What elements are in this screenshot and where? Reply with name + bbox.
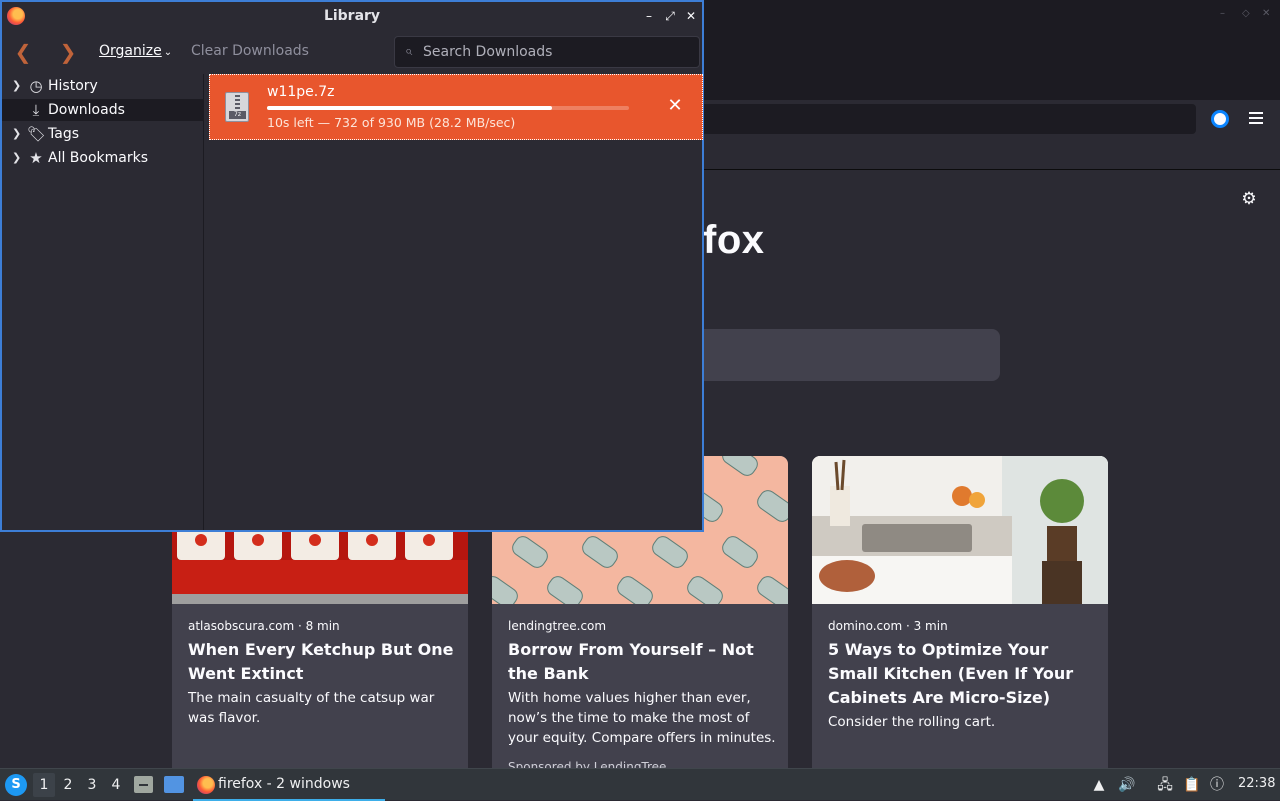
gear-icon[interactable]: ⚙	[1240, 190, 1258, 208]
taskbar-task-firefox[interactable]: firefox - 2 windows	[193, 771, 385, 801]
download-item[interactable]: 7z w11pe.7z 10s left — 732 of 930 MB (28…	[209, 74, 703, 140]
story-source: domino.com · 3 min	[828, 619, 948, 633]
hamburger-menu-icon[interactable]	[1249, 112, 1263, 124]
library-window: Library – ⤢ ✕ ❮ ❯ Organize ⌄ Clear Downlo…	[0, 0, 704, 532]
sidebar-item-label: History	[48, 78, 98, 94]
download-status: 10s left — 732 of 930 MB (28.2 MB/sec)	[267, 115, 516, 130]
show-desktop-icon[interactable]	[164, 776, 184, 793]
start-menu-button[interactable]: S	[5, 774, 27, 796]
clock-icon: ◷	[29, 77, 43, 95]
sidebar-item-tags[interactable]: ❯ 🏷 Tags	[2, 123, 204, 145]
story-source: lendingtree.com	[508, 619, 607, 633]
updates-icon[interactable]: ⓘ	[1208, 776, 1226, 794]
organize-menu-button[interactable]: Organize ⌄	[99, 43, 172, 59]
task-label: firefox - 2 windows	[218, 776, 350, 792]
workspace-4-button[interactable]: 4	[105, 773, 127, 797]
chevron-right-icon[interactable]: ❯	[12, 79, 22, 93]
window-title: Library	[323, 8, 381, 24]
minimize-icon[interactable]: –	[1220, 9, 1230, 19]
workspace-3-button[interactable]: 3	[81, 773, 103, 797]
story-excerpt: With home values higher than ever, now’s…	[508, 690, 776, 746]
url-bar[interactable]	[700, 104, 1196, 134]
downloads-list: 7z w11pe.7z 10s left — 732 of 930 MB (28…	[205, 74, 703, 530]
library-toolbar: ❮ ❯ Organize ⌄ Clear Downloads ⌕	[2, 30, 702, 74]
story-image-kitchen	[812, 456, 1108, 604]
close-icon[interactable]: ✕	[1262, 9, 1272, 19]
firefox-logo-icon	[7, 7, 25, 25]
cancel-download-icon[interactable]: ✕	[664, 95, 686, 117]
download-icon: ⤓	[32, 101, 40, 119]
back-arrow-icon[interactable]: ❮	[12, 40, 34, 64]
chevron-right-icon[interactable]: ❯	[12, 127, 22, 141]
download-progress-fill	[267, 106, 552, 110]
taskbar: S 1 2 3 4 firefox - 2 windows ▲ 🔊 🖧 📋 ⓘ …	[0, 768, 1280, 801]
star-icon: ★	[29, 149, 43, 167]
close-icon[interactable]: ✕	[684, 9, 698, 23]
story-title[interactable]: Borrow From Yourself – Not the Bank	[508, 638, 778, 686]
sidebar-item-label: Downloads	[48, 102, 125, 118]
file-manager-icon[interactable]	[134, 776, 153, 793]
story-source: atlasobscura.com · 8 min	[188, 619, 340, 633]
network-icon[interactable]: 🖧	[1156, 776, 1174, 794]
archive-file-icon: 7z	[225, 92, 249, 122]
story-excerpt: The main casualty of the catsup war was …	[188, 690, 435, 726]
minimize-icon[interactable]: –	[642, 9, 656, 23]
download-filename: w11pe.7z	[267, 84, 335, 100]
maximize-icon[interactable]: ◇	[1242, 9, 1252, 19]
maximize-icon[interactable]: ⤢	[663, 9, 677, 23]
workspace-1-button[interactable]: 1	[33, 773, 55, 797]
workspace-2-button[interactable]: 2	[57, 773, 79, 797]
library-titlebar[interactable]: Library – ⤢ ✕	[2, 2, 702, 30]
sidebar-item-label: All Bookmarks	[48, 150, 149, 166]
tags-icon: 🏷	[27, 125, 47, 143]
volume-icon[interactable]: 🔊	[1118, 776, 1136, 794]
clear-downloads-button[interactable]: Clear Downloads	[191, 43, 309, 59]
forward-arrow-icon[interactable]: ❯	[57, 40, 79, 64]
firefox-logo-icon	[197, 776, 215, 794]
chevron-right-icon[interactable]: ❯	[12, 151, 22, 165]
search-icon: ⌕	[405, 44, 413, 59]
search-input[interactable]	[423, 37, 693, 67]
organize-label: Organize	[99, 43, 162, 59]
search-downloads-field[interactable]: ⌕	[394, 36, 700, 68]
sidebar-item-history[interactable]: ❯ ◷ History	[2, 75, 204, 97]
library-sidebar: ❯ ◷ History ⤓ Downloads ❯ 🏷 Tags ❯ ★ All…	[2, 74, 204, 530]
sidebar-item-downloads[interactable]: ⤓ Downloads	[2, 99, 204, 121]
chevron-down-icon: ⌄	[163, 47, 173, 58]
story-title[interactable]: 5 Ways to Optimize Your Small Kitchen (E…	[828, 638, 1098, 710]
story-card[interactable]: domino.com · 3 min 5 Ways to Optimize Yo…	[812, 456, 1108, 768]
account-icon[interactable]	[1211, 110, 1229, 128]
tray-expand-icon[interactable]: ▲	[1090, 776, 1108, 794]
firefox-wordmark: fox	[703, 218, 765, 262]
download-progress-bar	[267, 106, 629, 110]
story-sponsor: Sponsored by LendingTree	[508, 760, 667, 768]
story-title[interactable]: When Every Ketchup But One Went Extinct	[188, 638, 458, 686]
story-excerpt: Consider the rolling cart.	[828, 714, 996, 730]
clipboard-icon[interactable]: 📋	[1183, 776, 1201, 794]
sidebar-item-all-bookmarks[interactable]: ❯ ★ All Bookmarks	[2, 147, 204, 169]
sidebar-item-label: Tags	[48, 126, 79, 142]
clock[interactable]: 22:38	[1238, 776, 1275, 791]
